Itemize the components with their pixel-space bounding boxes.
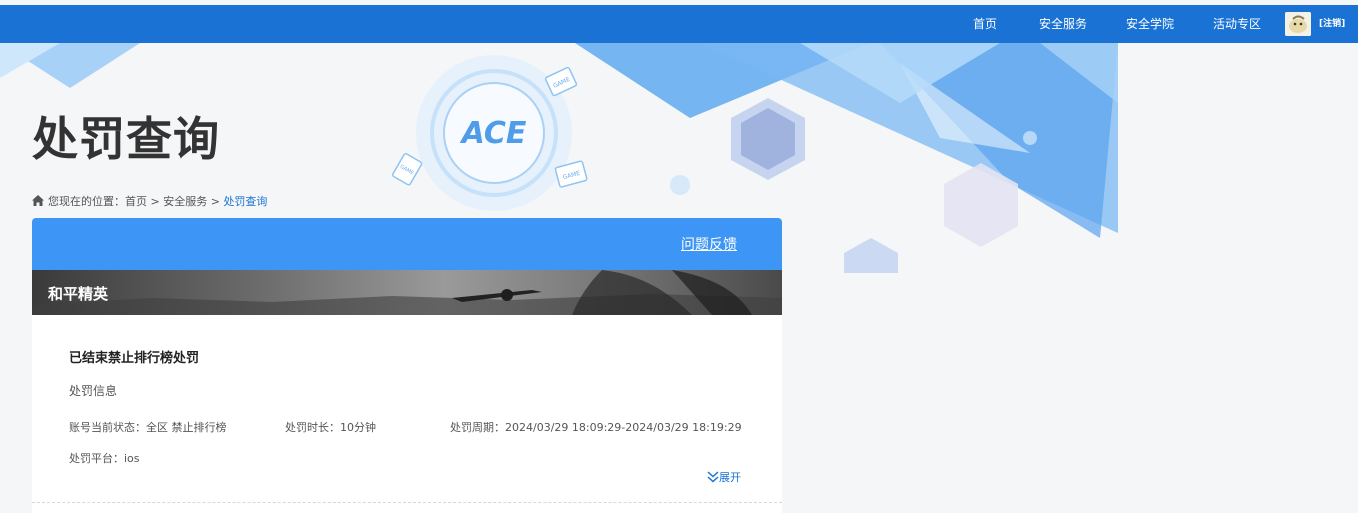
game-banner-artwork <box>32 270 782 315</box>
game-name: 和平精英 <box>48 285 109 303</box>
nav-item-security-service[interactable]: 安全服务 <box>1039 5 1087 43</box>
breadcrumb-separator: > <box>207 195 224 208</box>
feedback-link[interactable]: 问题反馈 <box>681 234 737 254</box>
double-chevron-down-icon <box>707 471 719 483</box>
expand-label: 展开 <box>719 471 741 484</box>
breadcrumb-separator: > <box>147 195 164 208</box>
account-status: 账号当前状态：全区 禁止排行榜 <box>69 421 227 434</box>
breadcrumb-home[interactable]: 首页 <box>125 195 147 208</box>
breadcrumb-current: 处罚查询 <box>223 195 268 208</box>
game-banner: 和平精英 <box>32 270 782 315</box>
avatar[interactable] <box>1285 12 1311 36</box>
breadcrumb-prefix: 您现在的位置： <box>48 195 125 208</box>
nav-item-security-academy[interactable]: 安全学院 <box>1126 5 1174 43</box>
punishment-period: 处罚周期：2024/03/29 18:09:29-2024/03/29 18:1… <box>450 421 742 434</box>
nav-item-home[interactable]: 首页 <box>973 5 997 43</box>
page-title: 处罚查询 <box>32 112 220 166</box>
top-nav-bar: 首页 安全服务 安全学院 活动专区 [注销] <box>0 5 1358 43</box>
punishment-info-heading: 处罚信息 <box>69 384 118 398</box>
punishment-platform: 处罚平台：ios <box>69 452 140 465</box>
breadcrumb: 您现在的位置：首页 > 安全服务 > 处罚查询 <box>32 193 267 209</box>
punishment-card: 已结束禁止排行榜处罚 处罚信息 账号当前状态：全区 禁止排行榜 处罚时长：10分… <box>32 315 782 513</box>
card-header: 问题反馈 <box>32 218 782 270</box>
expand-button[interactable]: 展开 <box>707 469 741 485</box>
logout-link[interactable]: [注销] <box>1319 5 1345 43</box>
home-icon <box>32 195 44 206</box>
divider <box>32 502 782 503</box>
punishment-title: 已结束禁止排行榜处罚 <box>69 351 200 366</box>
avatar-image <box>1285 12 1311 36</box>
nav-item-events[interactable]: 活动专区 <box>1213 5 1261 43</box>
punishment-duration: 处罚时长：10分钟 <box>285 421 376 434</box>
breadcrumb-section[interactable]: 安全服务 <box>163 195 207 208</box>
ace-logo-text: ACE <box>460 116 527 151</box>
